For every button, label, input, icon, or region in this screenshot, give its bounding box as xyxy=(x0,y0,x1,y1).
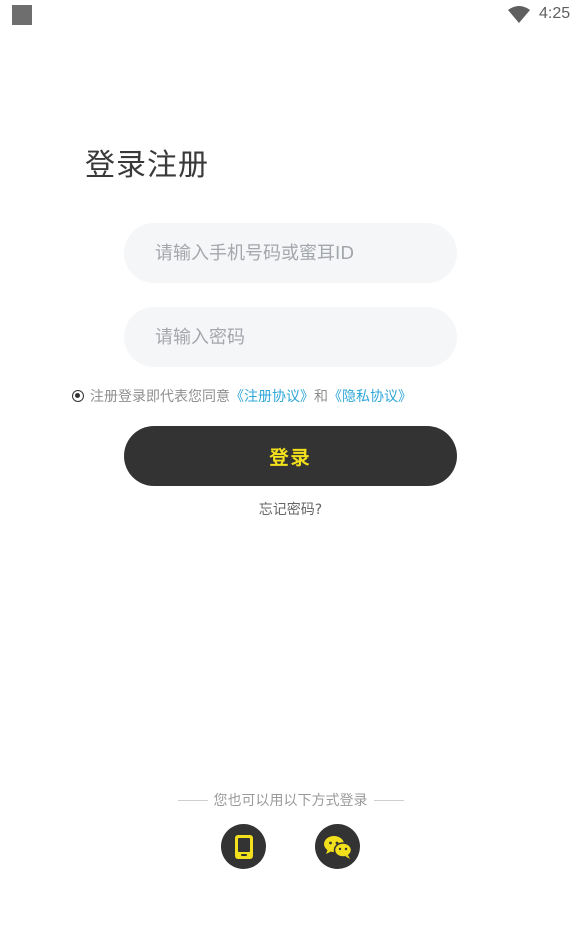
wechat-icon xyxy=(323,835,352,859)
clock: 4:25 xyxy=(539,5,571,22)
alt-login-label: 您也可以用以下方式登录 xyxy=(0,790,581,810)
status-bar: 4:25 xyxy=(0,0,581,32)
wechat-login-button[interactable] xyxy=(315,824,360,869)
page-title: 登录注册 xyxy=(85,148,209,183)
phone-login-button[interactable] xyxy=(221,824,266,869)
divider-left xyxy=(177,799,208,801)
agreement-row: 注册登录即代表您同意 《注册协议》 和 《隐私协议》 xyxy=(72,386,412,406)
agreement-radio[interactable] xyxy=(72,390,84,402)
login-button[interactable]: 登录 xyxy=(124,426,457,486)
alt-login-text: 您也可以用以下方式登录 xyxy=(213,793,368,809)
wifi-icon xyxy=(508,6,530,23)
terms-link[interactable]: 《注册协议》 xyxy=(230,386,314,406)
phone-id-input[interactable] xyxy=(124,223,457,283)
privacy-link[interactable]: 《隐私协议》 xyxy=(328,386,412,406)
divider-right xyxy=(373,799,404,801)
notification-icon xyxy=(12,5,32,25)
agreement-and: 和 xyxy=(314,389,328,405)
phone-icon xyxy=(234,834,253,859)
password-input[interactable] xyxy=(124,307,457,367)
forgot-password-link[interactable]: 忘记密码? xyxy=(0,499,581,519)
agreement-text: 注册登录即代表您同意 xyxy=(90,389,230,405)
